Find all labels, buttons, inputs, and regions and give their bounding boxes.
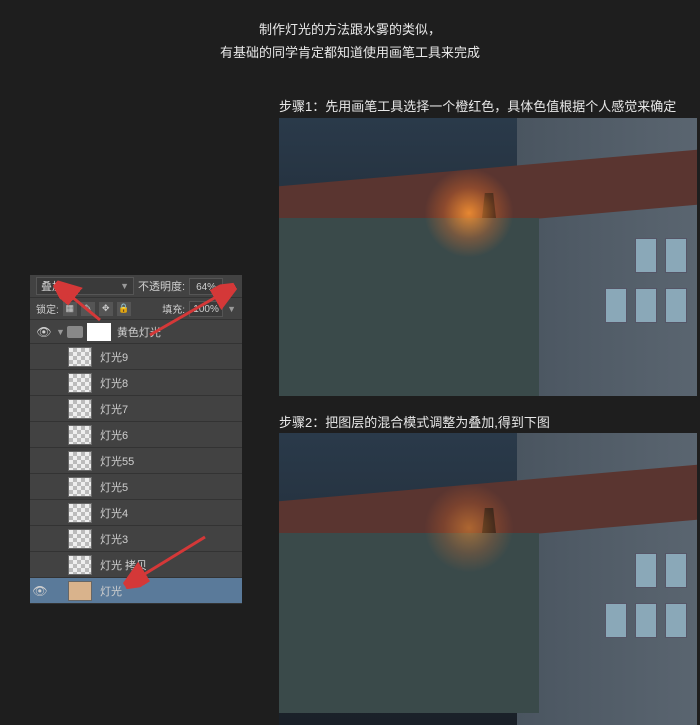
chevron-down-icon[interactable]: ▼ <box>56 327 65 337</box>
layer-name: 灯光55 <box>100 453 242 469</box>
layer-name: 灯光 拷贝 <box>100 557 242 573</box>
fill-input[interactable]: 100% <box>189 301 223 317</box>
chevron-down-icon: ▼ <box>120 281 129 291</box>
step2-label: 步骤2：把图层的混合模式调整为叠加,得到下图 <box>279 412 550 431</box>
layer-item[interactable]: 灯光5 <box>30 474 242 500</box>
layer-item[interactable]: 灯光 拷贝 <box>30 552 242 578</box>
layer-thumbnail <box>68 477 92 497</box>
header-line1: 制作灯光的方法跟水雾的类似， <box>0 18 700 41</box>
blend-mode-select[interactable]: 叠加 ▼ <box>36 277 134 295</box>
layer-thumbnail <box>68 373 92 393</box>
light-glow <box>424 483 514 573</box>
layer-name: 灯光8 <box>100 375 242 391</box>
layer-thumbnail <box>68 529 92 549</box>
layer-thumbnail <box>68 425 92 445</box>
preview-image-2 <box>279 433 697 725</box>
layer-name: 灯光5 <box>100 479 242 495</box>
lock-brush-icon[interactable]: ✎ <box>81 302 95 316</box>
group-name: 黄色灯光 <box>117 324 161 340</box>
lock-position-icon[interactable]: ✥ <box>99 302 113 316</box>
preview-image-1 <box>279 118 697 396</box>
layer-name: 灯光9 <box>100 349 242 365</box>
visibility-toggle[interactable]: 👁 <box>30 584 50 598</box>
lock-label: 锁定: <box>36 301 59 316</box>
layer-item[interactable]: 灯光3 <box>30 526 242 552</box>
layer-name: 灯光7 <box>100 401 242 417</box>
header-text: 制作灯光的方法跟水雾的类似， 有基础的同学肯定都知道使用画笔工具来完成 <box>0 0 700 75</box>
opacity-input[interactable]: 64% <box>189 278 223 295</box>
header-line2: 有基础的同学肯定都知道使用画笔工具来完成 <box>0 41 700 64</box>
visibility-toggle[interactable]: 👁 <box>34 325 54 339</box>
fill-label: 填充: <box>162 301 185 316</box>
lock-transparent-icon[interactable]: ▦ <box>63 302 77 316</box>
light-glow <box>424 168 514 258</box>
opacity-label: 不透明度: <box>138 278 185 294</box>
layer-name: 灯光4 <box>100 505 242 521</box>
layer-name: 灯光6 <box>100 427 242 443</box>
layer-item[interactable]: 👁 灯光 <box>30 578 242 604</box>
layer-item[interactable]: 灯光8 <box>30 370 242 396</box>
layer-thumbnail <box>68 581 92 601</box>
blend-mode-value: 叠加 <box>41 278 63 294</box>
layer-thumbnail <box>68 503 92 523</box>
layer-item[interactable]: 灯光7 <box>30 396 242 422</box>
chevron-down-icon[interactable]: ▼ <box>227 304 236 314</box>
layer-item[interactable]: 灯光4 <box>30 500 242 526</box>
layer-thumbnail <box>68 555 92 575</box>
chevron-down-icon[interactable]: ▼ <box>227 281 236 291</box>
layers-panel: 叠加 ▼ 不透明度: 64% ▼ 锁定: ▦ ✎ ✥ 🔒 填充: 100% ▼ … <box>30 275 242 604</box>
layer-item[interactable]: 灯光6 <box>30 422 242 448</box>
group-thumbnail <box>87 323 111 341</box>
layer-thumbnail <box>68 347 92 367</box>
folder-icon <box>67 326 83 338</box>
layer-name: 灯光 <box>100 583 242 599</box>
lock-all-icon[interactable]: 🔒 <box>117 302 131 316</box>
layer-group[interactable]: 👁 ▼ 黄色灯光 <box>30 320 242 344</box>
layer-name: 灯光3 <box>100 531 242 547</box>
layer-item[interactable]: 灯光55 <box>30 448 242 474</box>
layer-thumbnail <box>68 451 92 471</box>
layer-item[interactable]: 灯光9 <box>30 344 242 370</box>
layer-thumbnail <box>68 399 92 419</box>
step1-label: 步骤1：先用画笔工具选择一个橙红色，具体色值根据个人感觉来确定 <box>279 96 676 115</box>
